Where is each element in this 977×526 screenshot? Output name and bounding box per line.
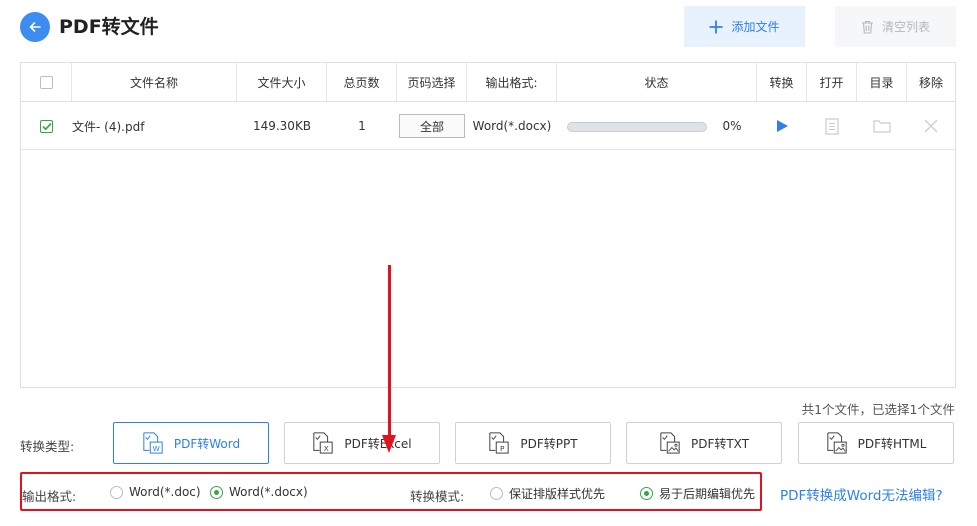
- document-icon: [825, 117, 839, 135]
- add-file-label: 添加文件: [731, 20, 780, 34]
- col-convert: 转换: [757, 63, 807, 101]
- remove-button[interactable]: [907, 103, 955, 149]
- col-remove: 移除: [918, 75, 943, 90]
- convert-type-label: 转换类型:: [20, 439, 75, 454]
- txt-doc-icon: [660, 432, 680, 454]
- col-file-name: 文件名称: [72, 63, 237, 101]
- folder-icon: [873, 120, 891, 133]
- table-row: 文件- (4).pdf 149.30KB 1 全部 Word(*.docx) 0…: [21, 103, 955, 150]
- row-checkbox-cell: [21, 103, 72, 149]
- excel-doc-icon: X: [313, 432, 334, 454]
- col-output-format: 输出格式:: [467, 63, 557, 101]
- highlight-frame: [20, 472, 762, 511]
- page-select-cell: 全部: [397, 103, 467, 149]
- arrow-left-icon: [29, 22, 41, 32]
- html-doc-icon: [826, 432, 847, 454]
- word-not-editable-help-link[interactable]: PDF转换成Word无法编辑?: [780, 484, 943, 504]
- output-format-value: Word(*.docx): [472, 119, 552, 133]
- type-pdf-to-txt-label: PDF转TXT: [690, 436, 750, 451]
- file-table: 文件名称 文件大小 总页数 页码选择 输出格式: 状态 转换 打开 目录 移除 …: [20, 62, 956, 388]
- type-pdf-to-word-button[interactable]: W PDF转Word: [113, 422, 269, 464]
- open-folder-button[interactable]: [857, 103, 907, 149]
- select-all-checkbox[interactable]: [39, 75, 53, 89]
- type-pdf-to-txt-button[interactable]: PDF转TXT: [626, 422, 782, 464]
- header-select-all-cell: [21, 63, 72, 101]
- play-icon: [776, 120, 788, 132]
- col-status: 状态: [557, 63, 757, 101]
- plus-icon: [709, 20, 723, 33]
- type-pdf-to-ppt-label: PDF转PPT: [520, 436, 578, 451]
- col-open: 打开: [807, 63, 857, 101]
- type-pdf-to-html-button[interactable]: PDF转HTML: [798, 422, 954, 464]
- col-page-select: 页码选择: [397, 63, 467, 101]
- clear-list-label: 清空列表: [881, 20, 930, 34]
- file-size: 149.30KB: [252, 119, 312, 133]
- annotation-arrow-head: [382, 435, 396, 453]
- svg-text:W: W: [152, 444, 159, 453]
- back-button[interactable]: [20, 12, 50, 42]
- trash-icon: [861, 20, 873, 34]
- add-file-button[interactable]: 添加文件: [684, 6, 805, 47]
- type-pdf-to-word-label: PDF转Word: [173, 436, 241, 451]
- type-pdf-to-ppt-button[interactable]: P PDF转PPT: [455, 422, 611, 464]
- type-pdf-to-html-label: PDF转HTML: [857, 436, 927, 451]
- row-checkbox[interactable]: [40, 119, 53, 133]
- svg-text:P: P: [500, 444, 505, 453]
- word-doc-icon: W: [143, 432, 163, 454]
- file-name: 文件- (4).pdf: [72, 119, 145, 134]
- col-file-size: 文件大小: [237, 63, 327, 101]
- ppt-doc-icon: P: [489, 432, 510, 454]
- table-header: 文件名称 文件大小 总页数 页码选择 输出格式: 状态 转换 打开 目录 移除: [21, 63, 955, 102]
- col-total-pages: 总页数: [327, 63, 397, 101]
- page-select-button[interactable]: 全部: [399, 114, 465, 138]
- type-pdf-to-excel-button[interactable]: X PDF转Excel: [284, 422, 440, 464]
- type-pdf-to-excel-label: PDF转Excel: [344, 436, 412, 451]
- progress-text: 0%: [722, 119, 742, 133]
- open-file-button[interactable]: [807, 103, 857, 149]
- convert-button[interactable]: [757, 103, 807, 149]
- annotation-arrow-line: [388, 265, 391, 437]
- selection-summary: 共1个文件，已选择1个文件: [801, 402, 955, 417]
- page-title: PDF转文件: [59, 16, 159, 38]
- close-icon: [924, 119, 938, 133]
- clear-list-button[interactable]: 清空列表: [835, 6, 956, 47]
- svg-text:X: X: [324, 444, 329, 453]
- checkmark-icon: [41, 122, 52, 130]
- progress-bar: [567, 122, 707, 132]
- col-folder: 目录: [857, 63, 907, 101]
- total-pages: 1: [358, 119, 366, 133]
